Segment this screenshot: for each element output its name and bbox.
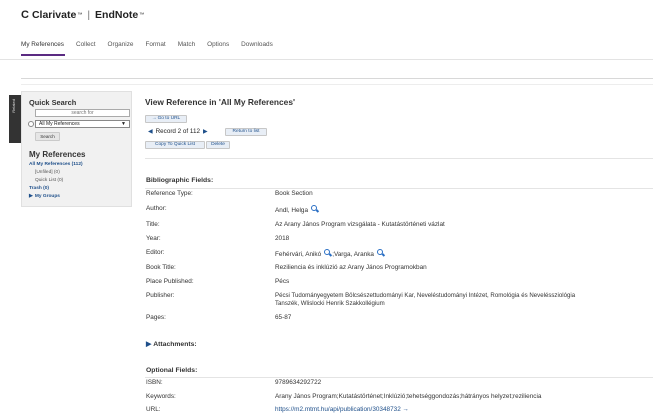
trash-link[interactable]: Trash (0)	[29, 186, 49, 191]
delete-button[interactable]: Delete	[206, 141, 230, 149]
active-tab-indicator	[21, 54, 65, 56]
year-value: 2018	[275, 235, 290, 242]
search-editor-icon[interactable]	[377, 249, 385, 257]
quick-search-panel: Quick Search All My References ▼ Search …	[21, 91, 132, 207]
external-link-icon[interactable]: →	[401, 406, 409, 413]
book-title-value: Reziliencia és inklúzió az Arany János P…	[275, 264, 427, 271]
search-scope-select[interactable]: All My References ▼	[35, 120, 130, 128]
tab-match[interactable]: Match	[178, 40, 195, 58]
isbn-label: ISBN:	[146, 379, 163, 386]
return-to-list-button[interactable]: Return to list	[225, 128, 267, 136]
content-divider	[21, 78, 653, 79]
url-link[interactable]: https://m2.mtmt.hu/api/publication/30348…	[275, 406, 401, 413]
caret-right-icon: ▶	[146, 341, 152, 348]
radio-icon[interactable]	[28, 121, 34, 127]
editor-label: Editor:	[146, 249, 165, 256]
title-label: Title:	[146, 221, 160, 228]
go-to-url-button[interactable]: →Go to URL	[145, 115, 187, 123]
search-input[interactable]	[35, 109, 130, 117]
record-counter: Record 2 of 112	[155, 128, 200, 135]
caret-right-icon: ▶	[29, 193, 33, 199]
pages-label: Pages:	[146, 314, 166, 321]
record-navigation: ◀ Record 2 of 112 ▶	[145, 128, 211, 135]
title-value: Az Arany János Program vizsgálata - Kuta…	[275, 221, 445, 228]
my-groups-toggle[interactable]: ▶ My Groups	[29, 193, 60, 199]
nav-divider	[0, 59, 653, 60]
publisher-label: Publisher:	[146, 292, 175, 299]
search-editor-icon[interactable]	[324, 249, 332, 257]
place-published-label: Place Published:	[146, 278, 194, 285]
editor-value: Fehérvári, Anikó ;Varga, Aranka	[275, 249, 385, 258]
arrow-right-icon: →	[151, 116, 157, 121]
quick-search-title: Quick Search	[29, 98, 77, 107]
tab-organize[interactable]: Organize	[108, 40, 134, 58]
quick-list-link[interactable]: Quick List (0)	[35, 178, 63, 183]
publisher-value-line1: Pécsi Tudományegyetem Bölcsészettudomány…	[275, 292, 576, 299]
page-title: View Reference in 'All My References'	[145, 97, 295, 107]
brand-logo: C Clarivate ™ | EndNote ™	[21, 9, 145, 21]
keywords-label: Keywords:	[146, 393, 176, 400]
unfiled-link[interactable]: [Unfiled] (0)	[35, 170, 60, 175]
year-label: Year:	[146, 235, 161, 242]
content-divider-2	[21, 84, 653, 85]
isbn-value: 9789634292722	[275, 379, 322, 386]
book-title-label: Book Title:	[146, 264, 176, 271]
optional-heading: Optional Fields:	[146, 367, 198, 374]
author-value: Andl, Helga	[275, 205, 319, 214]
bibliographic-heading: Bibliographic Fields:	[146, 177, 214, 184]
keywords-value: Arany János Program;Kutatástörténet;Inkl…	[275, 393, 542, 400]
tab-format[interactable]: Format	[145, 40, 165, 58]
divider	[145, 158, 653, 159]
divider	[145, 188, 653, 189]
next-record-icon[interactable]: ▶	[203, 128, 208, 135]
place-published-value: Pécs	[275, 278, 290, 285]
search-author-icon[interactable]	[311, 205, 319, 213]
tab-downloads[interactable]: Downloads	[241, 40, 273, 58]
search-button[interactable]: Search	[35, 132, 60, 141]
clarivate-logo-icon: C	[21, 9, 29, 21]
reference-type-value: Book Section	[275, 190, 313, 197]
url-value: https://m2.mtmt.hu/api/publication/30348…	[275, 406, 409, 413]
publisher-value-line2: Tanszék, Wlislocki Henrik Szakkollégium	[275, 300, 385, 307]
reference-type-label: Reference Type:	[146, 190, 193, 197]
brand-name: Clarivate	[31, 9, 77, 21]
all-my-references-link[interactable]: All My References (112)	[29, 162, 83, 167]
tab-options[interactable]: Options	[207, 40, 229, 58]
my-references-title: My References	[29, 150, 86, 159]
related-side-tab[interactable]: Related	[9, 95, 21, 143]
tab-collect[interactable]: Collect	[76, 40, 96, 58]
url-label: URL:	[146, 406, 161, 413]
author-label: Author:	[146, 205, 167, 212]
chevron-down-icon: ▼	[121, 121, 126, 127]
prev-record-icon[interactable]: ◀	[148, 128, 153, 135]
divider	[145, 377, 653, 378]
pages-value: 65-87	[275, 314, 292, 321]
copy-to-quick-list-button[interactable]: Copy To Quick List	[145, 141, 205, 149]
attachments-toggle[interactable]: ▶ Attachments:	[146, 340, 197, 348]
product-name: EndNote	[95, 9, 139, 21]
